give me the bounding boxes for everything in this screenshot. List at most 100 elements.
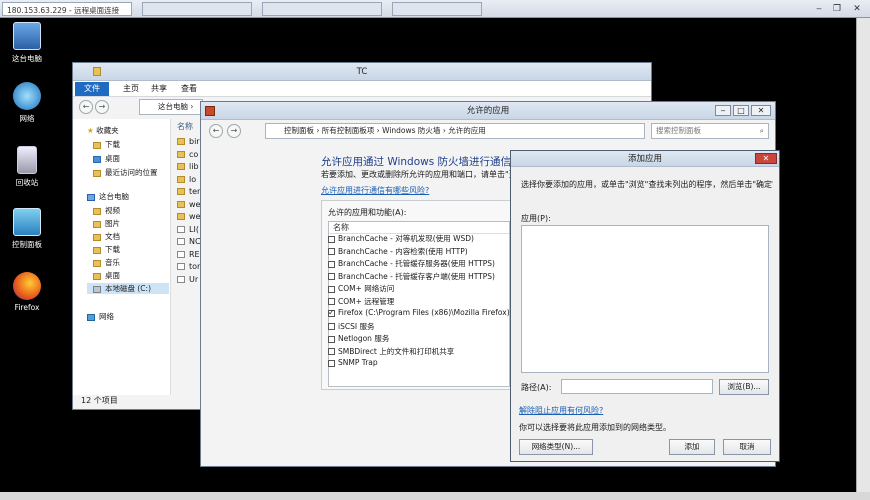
firewall-address-bar[interactable]: 控制面板 › 所有控制面板项 › Windows 防火墙 › 允许的应用 bbox=[265, 123, 645, 139]
star-icon: ★ bbox=[87, 126, 94, 135]
minimize-button[interactable]: ‒ bbox=[715, 105, 731, 116]
tree-item-downloads-2[interactable]: 下载 bbox=[93, 244, 120, 255]
rdp-connection-tab[interactable]: 180.153.63.229 - 远程桌面连接 bbox=[2, 2, 132, 16]
network-types-button[interactable]: 网络类型(N)... bbox=[519, 439, 593, 455]
app-row-com-network[interactable]: COM+ 网络访问 bbox=[328, 283, 394, 294]
rdp-minimize-button[interactable]: ‒ bbox=[812, 3, 826, 15]
app-row-branchcache-http[interactable]: BranchCache - 内容检索(使用 HTTP) bbox=[328, 246, 468, 257]
tree-item-recent[interactable]: 最近访问的位置 bbox=[93, 167, 158, 178]
dialog-close-button[interactable]: ✕ bbox=[755, 153, 777, 164]
back-button[interactable]: ← bbox=[209, 124, 223, 138]
control-panel-search-input[interactable]: 搜索控制面板 ⌕ bbox=[651, 123, 769, 139]
tab-home[interactable]: 主页 bbox=[117, 83, 145, 94]
desktop-icon bbox=[93, 155, 101, 163]
tree-item-desktop[interactable]: 桌面 bbox=[93, 153, 120, 164]
app-checkbox[interactable] bbox=[328, 298, 335, 305]
tree-item-videos[interactable]: 视频 bbox=[93, 205, 120, 216]
app-checkbox[interactable] bbox=[328, 335, 335, 343]
tree-item-network[interactable]: 网络 bbox=[87, 311, 114, 322]
app-checkbox[interactable] bbox=[328, 235, 335, 243]
desktop-icon-recycle-bin[interactable]: 回收站 bbox=[6, 146, 48, 188]
cancel-button[interactable]: 取消 bbox=[723, 439, 771, 455]
unblock-risk-link[interactable]: 解除阻止应用有何风险? bbox=[519, 405, 603, 416]
tree-item-local-disk[interactable]: 本地磁盘 (C:) bbox=[87, 283, 169, 294]
breadcrumb-windows-firewall[interactable]: Windows 防火墙 bbox=[382, 126, 440, 135]
tree-item-downloads[interactable]: 下载 bbox=[93, 139, 120, 150]
list-item[interactable]: ter bbox=[177, 187, 201, 200]
desktop-icon-control-panel[interactable]: 控制面板 bbox=[6, 208, 48, 250]
maximize-button[interactable]: □ bbox=[733, 105, 749, 116]
list-item[interactable]: lo bbox=[177, 175, 201, 188]
firewall-titlebar[interactable]: 允许的应用 ‒ □ ✕ bbox=[201, 102, 775, 120]
path-input[interactable] bbox=[561, 379, 713, 394]
list-item[interactable]: NC bbox=[177, 237, 201, 250]
rdp-restore-button[interactable]: ❐ bbox=[830, 3, 844, 15]
file-name: lib bbox=[189, 162, 199, 171]
app-checkbox[interactable] bbox=[328, 273, 335, 280]
column-header-name[interactable]: 名称 bbox=[177, 121, 193, 132]
desktop-icon-network[interactable]: 网络 bbox=[6, 82, 48, 124]
list-item[interactable]: co bbox=[177, 150, 201, 163]
app-row-netlogon[interactable]: Netlogon 服务 bbox=[328, 333, 389, 344]
list-item[interactable]: lib bbox=[177, 162, 201, 175]
desktop-icon-this-pc[interactable]: 这台电脑 bbox=[6, 22, 48, 64]
apps-list[interactable] bbox=[521, 225, 769, 373]
desktop-scrollbar[interactable] bbox=[856, 18, 870, 492]
tree-item-favorites[interactable]: ★ 收藏夹 bbox=[87, 125, 119, 136]
add-app-titlebar[interactable]: 添加应用 ✕ bbox=[511, 151, 779, 167]
app-checkbox-checked[interactable] bbox=[328, 308, 335, 317]
list-item[interactable]: Ur bbox=[177, 275, 201, 288]
forward-button[interactable]: → bbox=[227, 124, 241, 138]
list-item[interactable]: bir bbox=[177, 137, 201, 150]
risk-link[interactable]: 允许应用进行通信有哪些风险? bbox=[321, 185, 429, 196]
browse-button[interactable]: 浏览(B)... bbox=[719, 379, 769, 395]
explorer-titlebar[interactable]: TC bbox=[73, 63, 651, 81]
add-button[interactable]: 添加 bbox=[669, 439, 715, 455]
tree-item-desktop-2[interactable]: 桌面 bbox=[93, 270, 120, 281]
tab-view[interactable]: 查看 bbox=[175, 83, 203, 94]
desktop-icon-firefox[interactable]: Firefox bbox=[6, 272, 48, 312]
rdp-close-button[interactable]: ✕ bbox=[850, 3, 864, 15]
app-row-branchcache-wsd[interactable]: BranchCache - 对等机发现(使用 WSD) bbox=[328, 233, 474, 244]
app-checkbox[interactable] bbox=[328, 359, 335, 367]
breadcrumb-allowed-apps[interactable]: 允许的应用 bbox=[448, 126, 486, 135]
app-row-branchcache-server[interactable]: BranchCache - 托管缓存服务器(使用 HTTPS) bbox=[328, 258, 495, 269]
tree-item-pictures[interactable]: 图片 bbox=[93, 218, 120, 229]
list-item[interactable]: tor bbox=[177, 262, 201, 275]
file-name: we bbox=[189, 199, 201, 209]
tree-item-this-pc[interactable]: 这台电脑 bbox=[87, 191, 129, 202]
explorer-address-bar[interactable]: 这台电脑 › bbox=[139, 99, 203, 115]
app-name: BranchCache - 对等机发现(使用 WSD) bbox=[338, 234, 474, 243]
app-row-smbdirect[interactable]: SMBDirect 上的文件和打印机共享 bbox=[328, 346, 454, 357]
app-row-snmp[interactable]: SNMP Trap bbox=[328, 358, 378, 367]
tree-item-music[interactable]: 音乐 bbox=[93, 257, 120, 268]
app-checkbox[interactable] bbox=[328, 248, 335, 255]
back-button[interactable]: ← bbox=[79, 100, 93, 114]
forward-button[interactable]: → bbox=[95, 100, 109, 114]
list-item[interactable]: we bbox=[177, 200, 201, 213]
app-checkbox[interactable] bbox=[328, 348, 335, 355]
list-item[interactable]: RE bbox=[177, 250, 201, 263]
close-button[interactable]: ✕ bbox=[751, 105, 771, 116]
app-checkbox[interactable] bbox=[328, 323, 335, 330]
tab-file[interactable]: 文件 bbox=[75, 82, 109, 96]
breadcrumb-control-panel[interactable]: 控制面板 bbox=[284, 126, 314, 135]
rdp-tab-3[interactable] bbox=[262, 2, 382, 16]
cancel-label: 取消 bbox=[739, 442, 755, 451]
tree-item-documents[interactable]: 文档 bbox=[93, 231, 120, 242]
rdp-tab-4[interactable] bbox=[392, 2, 482, 16]
tab-share[interactable]: 共享 bbox=[145, 83, 173, 94]
app-name: BranchCache - 内容检索(使用 HTTP) bbox=[338, 246, 468, 256]
list-item[interactable]: LI( bbox=[177, 225, 201, 238]
app-checkbox[interactable] bbox=[328, 285, 335, 293]
list-item[interactable]: we bbox=[177, 212, 201, 225]
app-row-branchcache-client[interactable]: BranchCache - 托管缓存客户端(使用 HTTPS) bbox=[328, 271, 495, 282]
app-checkbox[interactable] bbox=[328, 260, 335, 268]
recycle-bin-icon bbox=[17, 146, 37, 174]
rdp-tab-2[interactable] bbox=[142, 2, 252, 16]
breadcrumb-all-items[interactable]: 所有控制面板项 bbox=[322, 126, 375, 135]
app-row-firefox[interactable]: Firefox (C:\Program Files (x86)\Mozilla … bbox=[328, 308, 510, 317]
desktop-horizontal-scrollbar[interactable] bbox=[0, 492, 870, 500]
app-row-com-remote[interactable]: COM+ 远程管理 bbox=[328, 296, 394, 307]
app-row-iscsi[interactable]: iSCSI 服务 bbox=[328, 321, 374, 332]
